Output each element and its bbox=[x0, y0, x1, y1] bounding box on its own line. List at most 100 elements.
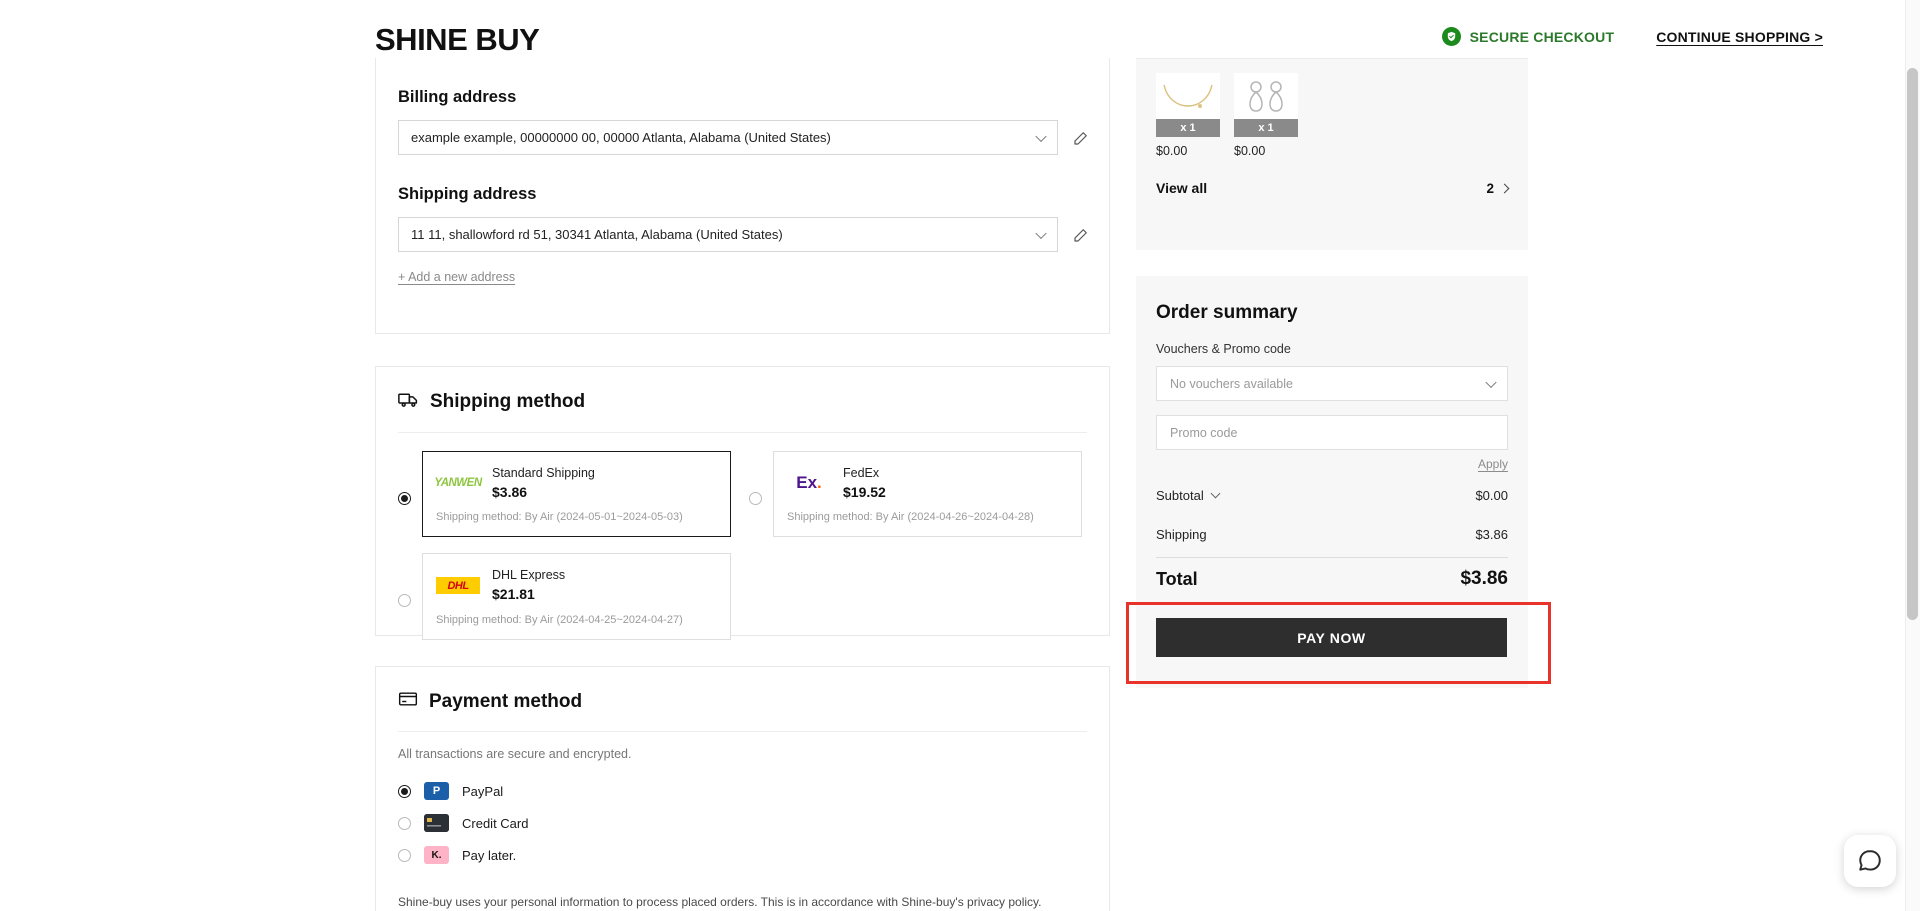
billing-address-label: Billing address bbox=[398, 88, 517, 106]
shipping-radio-fedex[interactable] bbox=[749, 492, 762, 505]
payment-option-pay-later[interactable]: K. Pay later. bbox=[398, 839, 1087, 871]
cart-item-count: 2 bbox=[1486, 180, 1494, 196]
shipping-options-list: YANWEN Standard Shipping $3.86 Shipping … bbox=[376, 433, 1109, 656]
shipping-address-value: 11 11, shallowford rd 51, 30341 Atlanta,… bbox=[411, 227, 783, 242]
shipping-method-header: Shipping method bbox=[376, 367, 1109, 415]
payment-option-label: PayPal bbox=[462, 783, 504, 799]
address-card: Billing address example example, 0000000… bbox=[375, 58, 1110, 334]
payment-option-credit-card[interactable]: Credit Card bbox=[398, 807, 1087, 839]
shipping-option-name: Standard Shipping bbox=[492, 466, 595, 480]
billing-address-value: example example, 00000000 00, 00000 Atla… bbox=[411, 130, 831, 145]
fedex-logo-icon: Ex. bbox=[796, 473, 822, 493]
brand-logo[interactable]: SHINE BUY bbox=[375, 22, 540, 58]
shipping-option-detail: Shipping method: By Air (2024-04-25~2024… bbox=[436, 613, 683, 626]
credit-card-icon bbox=[424, 814, 449, 832]
payment-security-note: All transactions are secure and encrypte… bbox=[398, 747, 632, 761]
total-label: Total bbox=[1156, 568, 1198, 589]
total-row: Total $3.86 bbox=[1136, 558, 1528, 600]
subtotal-label: Subtotal bbox=[1156, 487, 1204, 503]
credit-card-header-icon bbox=[398, 689, 418, 714]
pay-now-button[interactable]: PAY NOW bbox=[1156, 618, 1507, 657]
promo-code-input[interactable] bbox=[1170, 425, 1494, 440]
payment-radio-credit-card[interactable] bbox=[398, 816, 411, 830]
shipping-radio-standard[interactable] bbox=[398, 492, 411, 505]
shipping-option-box[interactable]: YANWEN Standard Shipping $3.86 Shipping … bbox=[422, 451, 731, 538]
apply-row: Apply bbox=[1136, 450, 1528, 471]
chevron-down-icon bbox=[1035, 130, 1047, 142]
paypal-icon: P bbox=[424, 782, 449, 800]
apply-promo-button[interactable]: Apply bbox=[1478, 457, 1508, 471]
view-all-row[interactable]: View all 2 bbox=[1136, 158, 1528, 196]
shipping-address-label: Shipping address bbox=[398, 185, 537, 203]
payment-method-card: Payment method All transactions are secu… bbox=[375, 666, 1110, 911]
subtotal-value: $0.00 bbox=[1475, 487, 1508, 503]
payment-radio-pay-later[interactable] bbox=[398, 848, 411, 862]
payment-method-title: Payment method bbox=[429, 690, 583, 712]
payment-method-header: Payment method bbox=[376, 667, 1109, 714]
vouchers-label: Vouchers & Promo code bbox=[1156, 342, 1291, 356]
cart-count-group: 2 bbox=[1486, 180, 1510, 196]
shipping-option-detail: Shipping method: By Air (2024-04-26~2024… bbox=[787, 511, 1034, 524]
shipping-option-price: $21.81 bbox=[492, 586, 535, 603]
payment-option-label: Pay later. bbox=[462, 847, 517, 863]
product-thumbnail-necklace[interactable]: x 1 bbox=[1156, 73, 1220, 137]
chevron-down-icon bbox=[1035, 227, 1047, 239]
edit-shipping-address-icon[interactable] bbox=[1072, 226, 1090, 244]
shipping-option-detail: Shipping method: By Air (2024-05-01~2024… bbox=[436, 511, 683, 524]
shield-check-icon bbox=[1441, 27, 1461, 46]
shipping-option-standard[interactable]: YANWEN Standard Shipping $3.86 Shipping … bbox=[398, 451, 731, 538]
shipping-option-name: FedEx bbox=[843, 466, 880, 480]
billing-address-row: example example, 00000000 00, 00000 Atla… bbox=[398, 120, 1087, 155]
subtotal-label-group[interactable]: Subtotal bbox=[1156, 487, 1221, 503]
cart-preview-panel: x 1 $0.00 x 1 $0.00 View all 2 bbox=[1136, 58, 1528, 250]
view-all-link[interactable]: View all bbox=[1156, 180, 1207, 196]
chevron-down-icon[interactable] bbox=[1210, 488, 1221, 498]
continue-shopping-link[interactable]: CONTINUE SHOPPING > bbox=[1656, 29, 1823, 45]
product-thumbnail-earrings[interactable]: x 1 bbox=[1234, 73, 1298, 137]
page-scrollbar-thumb[interactable] bbox=[1907, 68, 1918, 620]
cart-item-qty: x 1 bbox=[1234, 119, 1298, 137]
chat-bubble-icon bbox=[1859, 850, 1881, 871]
shipping-option-box[interactable]: Ex. FedEx $19.52 Shipping method: By Air… bbox=[773, 451, 1082, 538]
voucher-select[interactable]: No vouchers available bbox=[1156, 366, 1508, 401]
cart-item-price: $0.00 bbox=[1234, 144, 1266, 158]
order-summary-title: Order summary bbox=[1156, 302, 1298, 323]
billing-address-select[interactable]: example example, 00000000 00, 00000 Atla… bbox=[398, 120, 1058, 155]
chevron-down-icon bbox=[1485, 376, 1497, 388]
dhl-logo-icon: DHL bbox=[436, 575, 480, 597]
cart-item[interactable]: x 1 $0.00 bbox=[1234, 73, 1298, 158]
payment-option-paypal[interactable]: P PayPal bbox=[398, 775, 1087, 807]
edit-billing-address-icon[interactable] bbox=[1072, 129, 1090, 147]
shipping-option-box[interactable]: DHL DHL Express $21.81 Shipping method: … bbox=[422, 553, 731, 640]
yanwen-logo-icon: YANWEN bbox=[434, 477, 482, 490]
shipping-row: Shipping $3.86 bbox=[1136, 519, 1528, 549]
subtotal-row: Subtotal $0.00 bbox=[1136, 480, 1528, 510]
cart-thumbnails: x 1 $0.00 x 1 $0.00 bbox=[1136, 59, 1528, 158]
payment-radio-paypal[interactable] bbox=[398, 784, 411, 798]
shipping-address-row: 11 11, shallowford rd 51, 30341 Atlanta,… bbox=[398, 217, 1087, 252]
promo-code-field[interactable] bbox=[1156, 415, 1508, 450]
shipping-method-title: Shipping method bbox=[430, 391, 586, 412]
chat-widget-button[interactable] bbox=[1844, 835, 1896, 887]
truck-icon bbox=[398, 389, 419, 415]
header-actions: SECURE CHECKOUT CONTINUE SHOPPING > bbox=[1441, 27, 1823, 46]
shipping-option-dhl[interactable]: DHL DHL Express $21.81 Shipping method: … bbox=[398, 553, 731, 640]
add-new-address-link[interactable]: + Add a new address bbox=[398, 270, 515, 284]
shipping-address-select[interactable]: 11 11, shallowford rd 51, 30341 Atlanta,… bbox=[398, 217, 1058, 252]
klarna-icon: K. bbox=[424, 846, 449, 864]
payment-option-label: Credit Card bbox=[462, 815, 529, 831]
shipping-option-fedex[interactable]: Ex. FedEx $19.52 Shipping method: By Air… bbox=[749, 451, 1082, 538]
shipping-radio-dhl[interactable] bbox=[398, 594, 411, 608]
shipping-method-card: Shipping method YANWEN Standard Shipping… bbox=[375, 366, 1110, 640]
voucher-value: No vouchers available bbox=[1170, 376, 1293, 391]
payment-options-list: P PayPal Credit Card K. Pay later. bbox=[376, 761, 1109, 871]
shipping-value: $3.86 bbox=[1475, 526, 1508, 542]
shipping-option-price: $3.86 bbox=[492, 483, 528, 500]
cart-item[interactable]: x 1 $0.00 bbox=[1156, 73, 1220, 158]
shipping-option-price: $19.52 bbox=[843, 483, 886, 500]
privacy-policy-note: Shine-buy uses your personal information… bbox=[398, 895, 1042, 909]
secure-checkout-label: SECURE CHECKOUT bbox=[1469, 28, 1615, 45]
page-scrollbar-track[interactable] bbox=[1905, 0, 1920, 911]
shipping-option-name: DHL Express bbox=[492, 568, 566, 583]
total-value: $3.86 bbox=[1460, 568, 1508, 589]
